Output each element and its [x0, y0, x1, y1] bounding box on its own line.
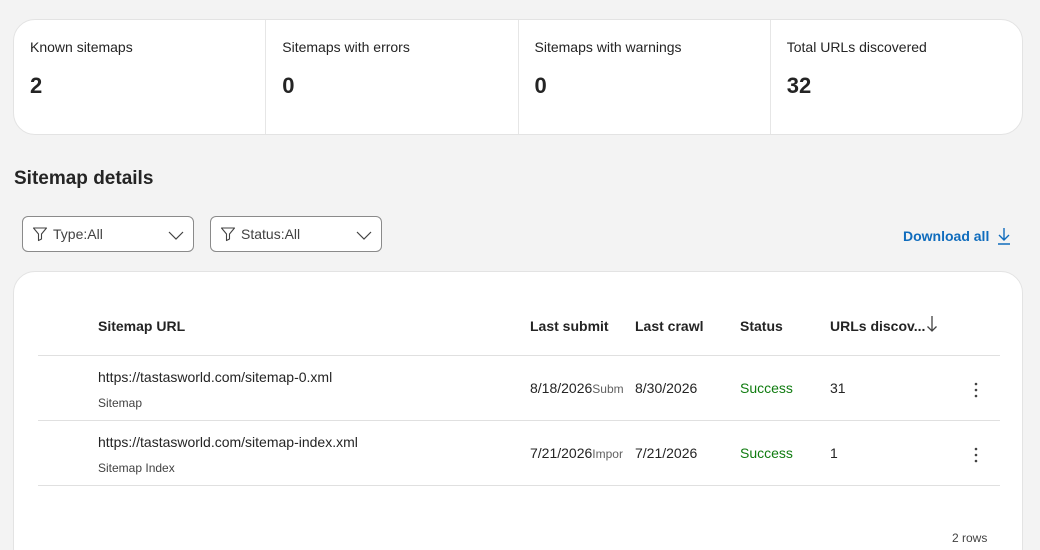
chevron-down-icon — [167, 226, 185, 244]
row-count: 2 rows — [952, 531, 988, 545]
column-header-last-submit[interactable]: Last submit — [530, 318, 609, 334]
table-row[interactable]: https://tastasworld.com/sitemap-0.xml Si… — [38, 356, 1000, 421]
stat-sitemaps-with-errors: Sitemaps with errors 0 — [266, 20, 519, 134]
status-text: Success — [740, 380, 793, 396]
stat-value: 2 — [30, 73, 43, 98]
type-filter-label: Type:All — [53, 226, 103, 242]
table-row[interactable]: https://tastasworld.com/sitemap-index.xm… — [38, 421, 1000, 486]
last-submit: 7/21/2026Impor — [530, 445, 626, 461]
download-all-label: Download all — [903, 228, 990, 244]
sitemap-type: Sitemap Index — [98, 461, 175, 475]
chevron-down-icon — [355, 226, 373, 244]
sitemap-url[interactable]: https://tastasworld.com/sitemap-0.xml — [98, 369, 332, 385]
summary-card: Known sitemaps 2 Sitemaps with errors 0 … — [13, 19, 1023, 135]
last-submit-date: 7/21/2026 — [530, 445, 593, 461]
sitemap-table: Sitemap URL Last submit Last crawl Statu… — [13, 271, 1023, 550]
last-submit-note: Impor — [592, 447, 623, 461]
urls-discovered: 1 — [830, 445, 838, 461]
stat-known-sitemaps: Known sitemaps 2 — [14, 20, 267, 134]
stat-value: 32 — [786, 73, 812, 98]
sort-descending-icon[interactable] — [926, 314, 938, 337]
download-icon — [997, 227, 1011, 245]
last-submit: 8/18/2026Subm — [530, 380, 626, 396]
stat-label: Sitemaps with errors — [282, 39, 410, 55]
last-crawl: 7/21/2026 — [635, 445, 698, 461]
stat-value: 0 — [282, 73, 295, 98]
last-submit-date: 8/18/2026 — [530, 380, 593, 396]
column-header-status[interactable]: Status — [740, 318, 783, 334]
urls-discovered: 31 — [830, 380, 846, 396]
stat-value: 0 — [534, 73, 547, 98]
last-crawl: 8/30/2026 — [635, 380, 698, 396]
column-header-last-crawl[interactable]: Last crawl — [635, 318, 703, 334]
column-header-sitemap-url[interactable]: Sitemap URL — [98, 318, 185, 334]
more-vertical-icon[interactable] — [966, 378, 986, 402]
sitemap-type: Sitemap — [98, 396, 143, 410]
last-submit-note: Subm — [592, 382, 624, 396]
download-all-button[interactable]: Download all — [903, 227, 1011, 245]
status-filter-label: Status:All — [241, 226, 301, 242]
stat-label: Sitemaps with warnings — [534, 39, 682, 55]
status-filter-dropdown[interactable]: Status:All — [210, 216, 382, 252]
stat-label: Total URLs discovered — [786, 39, 927, 55]
filter-icon — [220, 226, 236, 242]
stat-label: Known sitemaps — [30, 39, 133, 55]
stat-sitemaps-with-warnings: Sitemaps with warnings 0 — [519, 20, 771, 134]
filter-icon — [32, 226, 48, 242]
status-text: Success — [740, 445, 793, 461]
column-header-urls-discovered[interactable]: URLs discov... — [830, 318, 925, 334]
sitemap-url[interactable]: https://tastasworld.com/sitemap-index.xm… — [98, 434, 358, 450]
table-header: Sitemap URL Last submit Last crawl Statu… — [38, 312, 1000, 356]
type-filter-dropdown[interactable]: Type:All — [22, 216, 194, 252]
stat-total-urls: Total URLs discovered 32 — [771, 20, 1022, 134]
more-vertical-icon[interactable] — [966, 443, 986, 467]
section-title: Sitemap details — [14, 168, 154, 189]
